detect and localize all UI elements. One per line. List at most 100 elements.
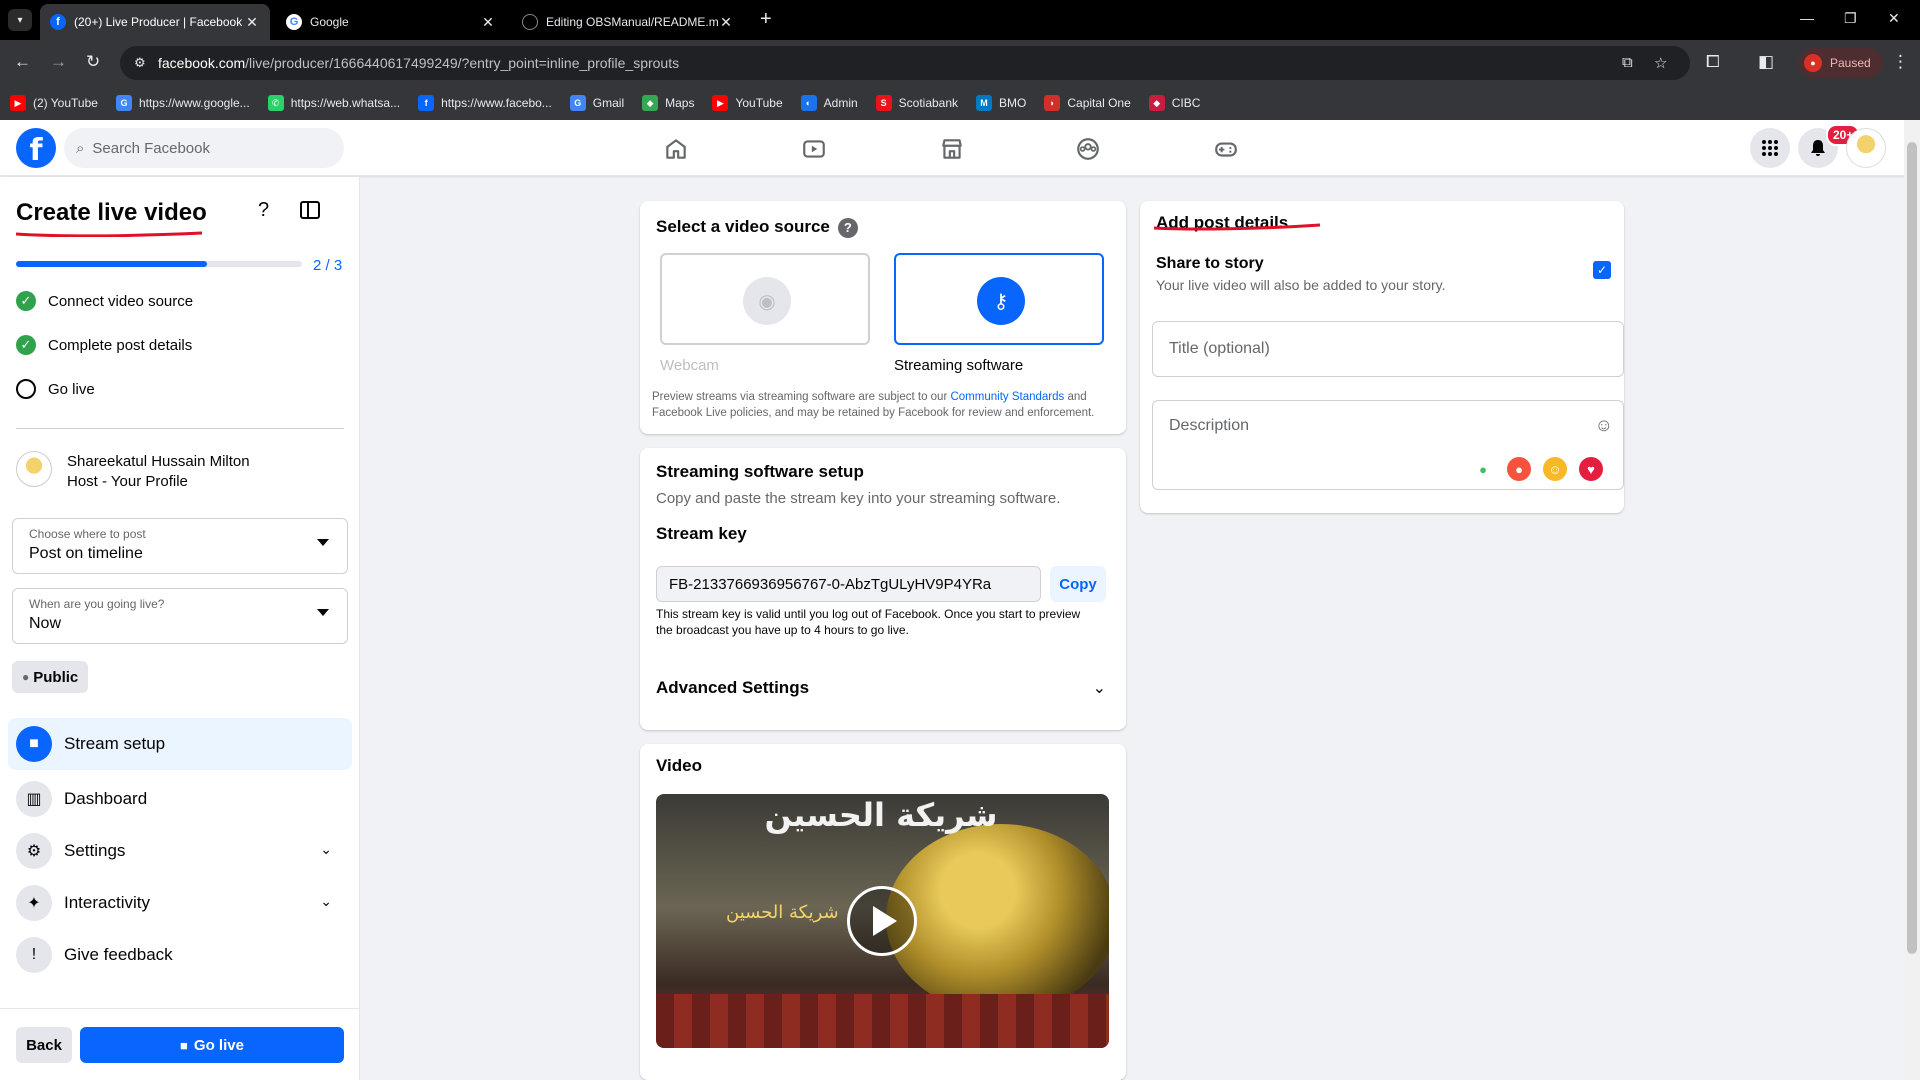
go-live-button[interactable]: ■ Go live [80, 1027, 344, 1063]
bookmark-item[interactable]: ◐ Admin [800, 95, 858, 111]
advanced-settings-label: Advanced Settings [656, 678, 810, 697]
play-icon[interactable] [847, 886, 917, 956]
back-button[interactable]: Back [16, 1027, 72, 1063]
scrollbar-thumb[interactable] [1907, 142, 1917, 954]
bookmark-item[interactable]: ▶ (2) YouTube [10, 95, 98, 111]
community-standards-link[interactable]: Community Standards [950, 391, 1064, 403]
bookmark-label: https://www.google... [138, 96, 250, 110]
tab-search-button[interactable]: ▾ [8, 9, 32, 31]
restore-icon[interactable]: ❐ [1844, 10, 1857, 27]
title-underline-annotation [15, 231, 203, 237]
bookmark-item[interactable]: ◆ CIBC [1148, 95, 1200, 111]
streaming-software-option[interactable]: ⚷ [894, 253, 1104, 345]
help-icon[interactable]: ? [258, 199, 269, 222]
sidebar-item-settings[interactable]: ⚙ Settings ⌄ [8, 825, 352, 877]
go-live-label: Go live [193, 1036, 244, 1054]
divider [0, 1008, 360, 1009]
marketplace-icon[interactable] [932, 134, 972, 164]
bookmark-label: https://web.whatsa... [290, 96, 401, 110]
browser-tab-facebook[interactable]: f (20+) Live Producer | Facebook ✕ [40, 4, 270, 40]
checkmark-icon: ✓ [16, 335, 36, 355]
live-producer-sidebar: Create live video ? 2 / 3 ✓ Connect vide… [0, 177, 360, 1080]
fundraiser-icon[interactable]: ♥ [1579, 457, 1603, 481]
groups-icon[interactable] [1068, 134, 1108, 164]
google-icon: G [115, 95, 132, 111]
sidebar-item-label: Dashboard [64, 789, 148, 808]
profile-avatar: ● [1804, 54, 1822, 72]
bookmark-star-icon[interactable]: ☆ [1654, 54, 1667, 72]
emoji-icon[interactable]: ☺ [1595, 415, 1613, 436]
profile-paused-button[interactable]: ● Paused [1798, 48, 1883, 78]
minimize-icon[interactable]: — [1800, 10, 1814, 26]
reload-icon[interactable]: ↻ [86, 52, 100, 72]
search-icon: ⌕ [76, 139, 85, 157]
tag-people-icon[interactable]: ● [1471, 457, 1495, 481]
browser-tab-github[interactable]: Editing OBSManual/README.m ✕ [512, 4, 744, 40]
advanced-settings-toggle[interactable]: Advanced Settings ⌄ [656, 678, 1110, 708]
collapse-panel-icon[interactable] [300, 201, 320, 219]
bookmark-label: Gmail [592, 96, 625, 110]
sidebar-item-give-feedback[interactable]: ! Give feedback [8, 929, 352, 981]
bookmark-item[interactable]: ▶ YouTube [712, 95, 783, 111]
bookmark-item[interactable]: G Gmail [569, 95, 625, 111]
location-icon[interactable]: ● [1507, 457, 1531, 481]
sidebar-item-stream-setup[interactable]: ■ Stream setup [8, 718, 352, 770]
side-panel-icon[interactable]: ◧ [1758, 52, 1774, 72]
home-icon[interactable] [656, 134, 696, 164]
youtube-icon: ▶ [712, 95, 729, 111]
extensions-icon[interactable]: ⧠ [1706, 52, 1720, 72]
video-icon[interactable] [794, 134, 834, 164]
site-info-icon[interactable]: ⚙ [134, 55, 146, 71]
title-input[interactable]: Title (optional) [1152, 321, 1624, 377]
post-destination-select[interactable]: Choose where to post Post on timeline [12, 518, 348, 574]
page-scrollbar[interactable] [1904, 120, 1920, 1080]
webcam-option[interactable]: ◉ [660, 253, 870, 345]
copy-key-button[interactable]: Copy [1050, 566, 1106, 602]
video-thumbnail-logo: شريكة الحسين [764, 796, 998, 834]
account-avatar[interactable] [1846, 128, 1886, 168]
chevron-down-icon: ⌄ [1092, 680, 1106, 697]
install-app-icon[interactable]: ⧉ [1622, 54, 1633, 71]
go-live-time-select[interactable]: When are you going live? Now [12, 588, 348, 644]
browser-tab-google[interactable]: G Google ✕ [276, 4, 506, 40]
bookmark-item[interactable]: f https://www.facebo... [418, 95, 552, 111]
video-preview[interactable]: شريكة الحسين شريكة الحسين [656, 794, 1109, 1048]
stream-key-field[interactable]: FB-2133766936956767-0-AbzTgULyHV9P4YRa [656, 566, 1041, 602]
description-input[interactable]: Description ☺ ● ● ☺ ♥ [1152, 400, 1624, 490]
close-icon[interactable]: ✕ [244, 14, 260, 31]
menu-grid-icon[interactable] [1750, 128, 1790, 168]
menu-kebab-icon[interactable]: ⋮ [1892, 52, 1909, 72]
github-icon [522, 14, 538, 30]
stream-key-note: This stream key is valid until you log o… [656, 607, 1081, 637]
bookmark-item[interactable]: ◆ Maps [642, 95, 694, 111]
sidebar-item-dashboard[interactable]: ▥ Dashboard [8, 773, 352, 825]
checkmark-icon: ✓ [16, 291, 36, 311]
select-label: When are you going live? [29, 597, 165, 611]
bookmark-item[interactable]: Ghttps://www.google... [115, 95, 250, 111]
share-to-story-checkbox[interactable]: ✓ [1593, 261, 1611, 279]
bookmark-item[interactable]: S Scotiabank [875, 95, 958, 111]
new-tab-button[interactable]: + [760, 8, 772, 31]
bookmark-item[interactable]: M BMO [976, 95, 1026, 111]
bookmark-item[interactable]: ◗ Capital One [1044, 95, 1131, 111]
host-avatar [16, 451, 52, 487]
policy-note: Preview streams via streaming software a… [652, 389, 1114, 421]
help-icon[interactable]: ? [837, 217, 858, 238]
forward-arrow-icon[interactable]: → [50, 52, 67, 72]
close-window-icon[interactable]: ✕ [1888, 10, 1900, 27]
audience-button[interactable]: ● Public [12, 661, 89, 693]
bookmark-item[interactable]: ✆ https://web.whatsa... [267, 95, 401, 111]
back-arrow-icon[interactable]: ← [14, 52, 31, 72]
card-title-text: Select a video source [656, 217, 830, 236]
search-input[interactable]: ⌕ Search Facebook [64, 128, 344, 168]
facebook-logo[interactable]: f [16, 128, 56, 168]
close-icon[interactable]: ✕ [480, 14, 496, 31]
feeling-icon[interactable]: ☺ [1543, 457, 1567, 481]
address-bar[interactable]: ⚙ facebook.com/live/producer/16664406174… [120, 46, 1690, 80]
sidebar-item-interactivity[interactable]: ✦ Interactivity ⌄ [8, 877, 352, 929]
gaming-icon[interactable] [1206, 134, 1246, 164]
card-subtitle: Copy and paste the stream key into your … [656, 490, 1061, 507]
close-icon[interactable]: ✕ [718, 14, 734, 31]
globe-icon: ● [22, 670, 30, 684]
profile-status: Paused [1830, 56, 1871, 70]
